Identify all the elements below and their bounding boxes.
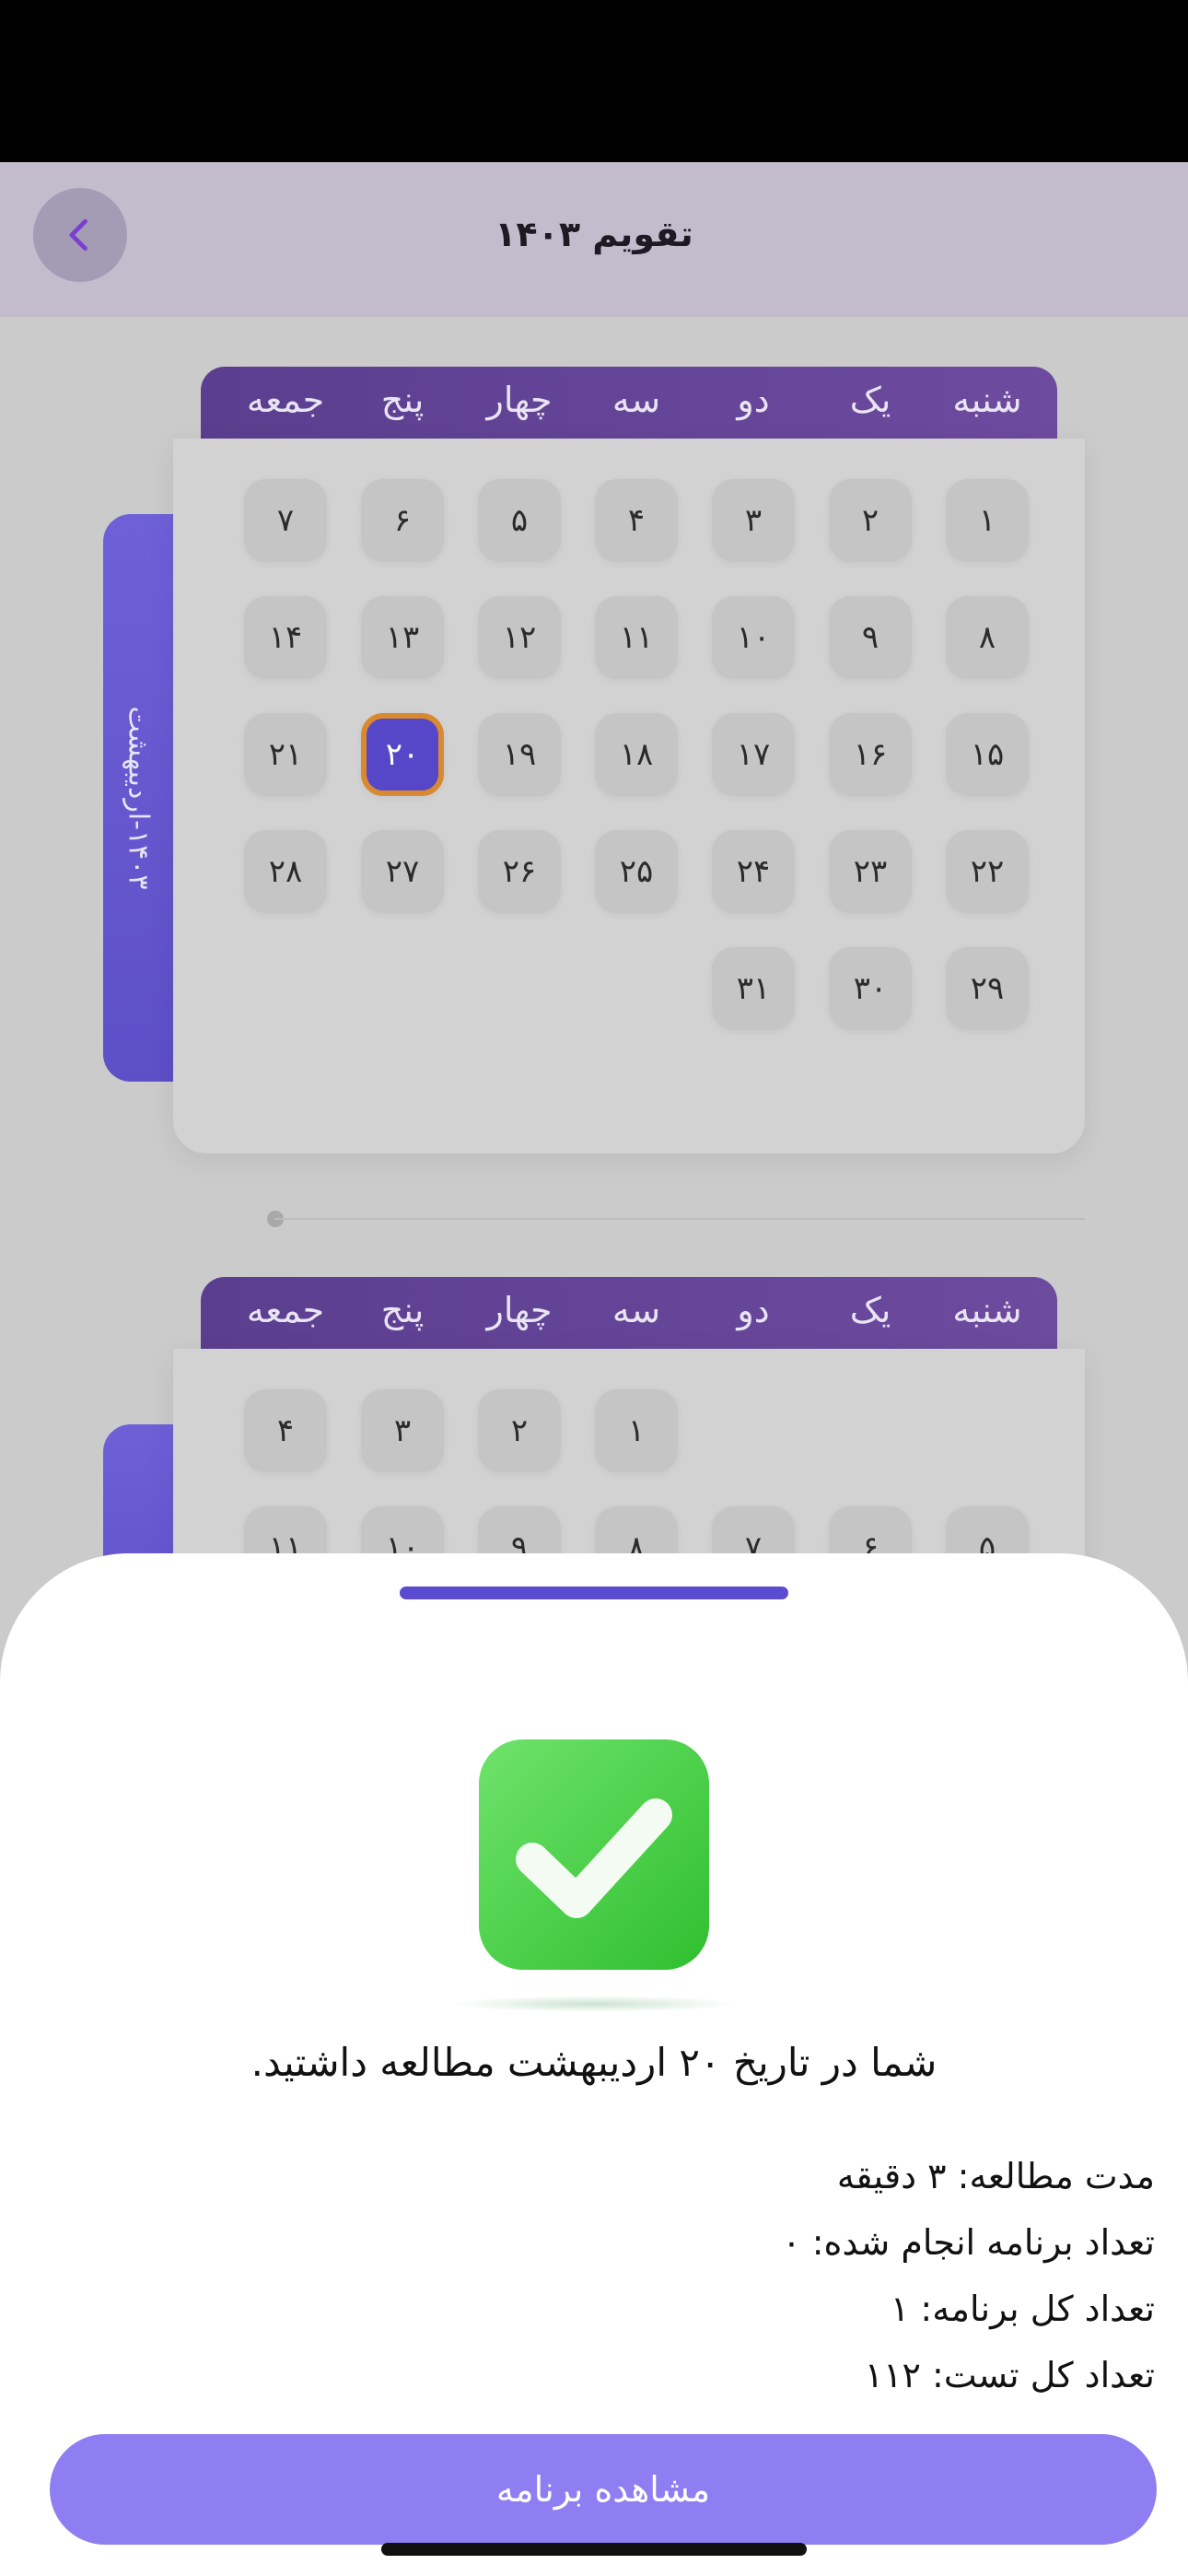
day-cell[interactable]: ۱۳ [361,596,444,679]
day-cell[interactable]: ۱۵ [946,713,1029,796]
day-cell[interactable]: ۲۵ [595,830,678,913]
study-stats: مدت مطالعه: ۳ دقیقه تعداد برنامه انجام ش… [326,2143,1155,2408]
stat-duration: مدت مطالعه: ۳ دقیقه [836,2156,1155,2196]
check-icon [479,1739,709,1970]
day-cell[interactable]: ۹ [829,596,912,679]
day-cell[interactable]: ۴ [595,479,678,562]
month-calendar: ۱۴۰۳-اردیبهشت شنبه یک دو سه چهار پنج جمعه ۱۲۳۴… [0,367,1188,1159]
day-cell[interactable]: ۱۹ [478,713,561,796]
day-cell[interactable]: ۱۱ [595,596,678,679]
day-cell[interactable]: ۵ [478,479,561,562]
weekday-label: پنج [380,380,425,420]
day-cell[interactable]: ۲ [478,1389,561,1472]
day-cell[interactable]: ۳۰ [829,947,912,1030]
day-cell[interactable]: ۱۶ [829,713,912,796]
weekday-label: چهار [486,1290,553,1330]
weekday-label: سه [611,1290,661,1330]
bottom-sheet: شما در تاریخ ۲۰ اردیبهشت مطالعه داشتید. … [0,1553,1188,2576]
day-cell[interactable]: ۲۹ [946,947,1029,1030]
day-cell[interactable]: ۱ [595,1389,678,1472]
day-cell[interactable]: ۲۳ [829,830,912,913]
weekday-label: پنج [380,1290,425,1330]
day-cell[interactable]: ۲۴ [712,830,795,913]
weekday-header: شنبه یک دو سه چهار پنج جمعه [201,367,1057,439]
day-cell[interactable]: ۲۱ [244,713,327,796]
weekday-label: شنبه [952,1290,1022,1330]
stat-total-tests: تعداد کل تست: ۱۱۲ [864,2355,1155,2395]
weekday-label: چهار [486,380,553,420]
day-cell[interactable]: ۳۱ [712,947,795,1030]
day-cell[interactable]: ۲۰ [361,713,444,796]
scroll-indicator-track [274,1218,1085,1220]
day-cell[interactable]: ۲۲ [946,830,1029,913]
weekday-label: شنبه [952,380,1022,420]
weekday-label: دو [737,1290,770,1330]
day-cell[interactable]: ۲۶ [478,830,561,913]
day-cell[interactable]: ۳ [712,479,795,562]
day-cell[interactable]: ۱۰ [712,596,795,679]
weekday-label: دو [737,380,770,420]
month-label: ۱۴۰۳-اردیبهشت [122,706,155,890]
stat-total-programs: تعداد کل برنامه: ۱ [890,2289,1155,2329]
weekday-label: یک [849,380,891,420]
day-cell[interactable]: ۲ [829,479,912,562]
day-cell[interactable]: ۶ [361,479,444,562]
home-indicator [381,2543,807,2556]
weekday-label: جمعه [246,1290,325,1330]
view-program-button[interactable]: مشاهده برنامه [50,2434,1157,2545]
day-cell[interactable]: ۱۷ [712,713,795,796]
weekday-label: جمعه [246,380,325,420]
days-grid: ۱ ۲ ۳ ۴ ۵ ۶ ۷ ۸ ۹ ۱۰ ۱۱ ۱۲ ۱۳ ۱۴ ۱۵ ۱۶ ۱۷ ۱۸ ۱۹ ۲۰ ۲۱ ۲۲ ۲۳ ۲۴ ۲… [173,439,1085,1153]
sheet-drag-handle[interactable] [400,1587,788,1599]
day-cell[interactable]: ۱۸ [595,713,678,796]
day-cell[interactable]: ۱۴ [244,596,327,679]
day-cell[interactable]: ۲۷ [361,830,444,913]
study-message: شما در تاریخ ۲۰ اردیبهشت مطالعه داشتید. [250,2040,938,2085]
page-title: تقویم ۱۴۰۳ [495,214,693,254]
weekday-label: سه [611,380,661,420]
day-cell[interactable]: ۷ [244,479,327,562]
icon-shadow [451,1996,737,2012]
day-cell[interactable]: ۲۸ [244,830,327,913]
status-bar [0,0,1188,162]
day-cell[interactable]: ۴ [244,1389,327,1472]
day-cell[interactable]: ۱۲ [478,596,561,679]
top-app-bar: تقویم ۱۴۰۳ [0,162,1188,317]
month-tab[interactable]: ۱۴۰۳-اردیبهشت [103,514,173,1082]
day-cell[interactable]: ۱ [946,479,1029,562]
day-cell[interactable]: ۳ [361,1389,444,1472]
day-cell[interactable]: ۸ [946,596,1029,679]
stat-completed-programs: تعداد برنامه انجام شده: ۰ [782,2222,1155,2263]
weekday-label: یک [849,1290,891,1330]
weekday-header: شنبه یک دو سه چهار پنج جمعه [201,1277,1057,1349]
